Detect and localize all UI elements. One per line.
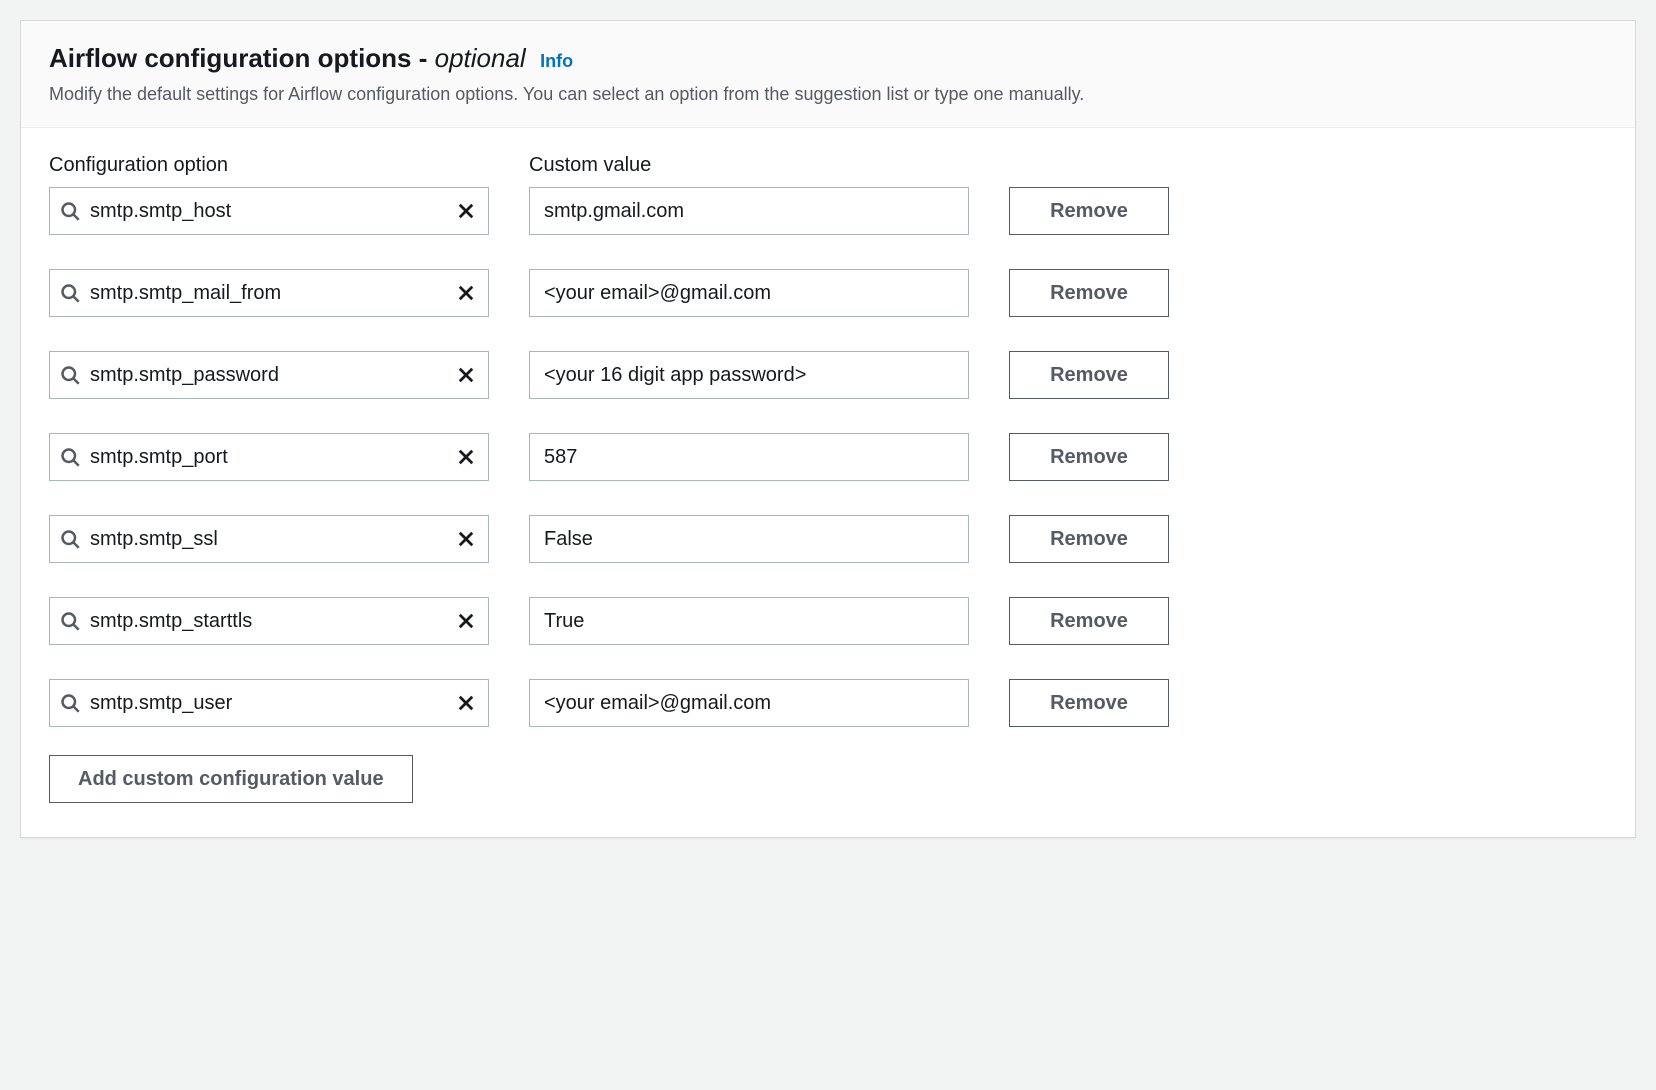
search-icon [50, 447, 90, 467]
value-input[interactable] [544, 282, 954, 305]
remove-button[interactable]: Remove [1009, 515, 1169, 563]
panel-description: Modify the default settings for Airflow … [49, 82, 1607, 107]
option-field[interactable] [49, 269, 489, 317]
value-field[interactable] [529, 597, 969, 645]
remove-button[interactable]: Remove [1009, 679, 1169, 727]
config-options-panel: Airflow configuration options - optional… [20, 20, 1636, 838]
panel-title-separator: - [412, 43, 435, 73]
config-row: Remove [49, 597, 1607, 645]
config-row: Remove [49, 351, 1607, 399]
panel-title-main: Airflow configuration options [49, 43, 412, 73]
clear-icon[interactable] [444, 434, 488, 480]
option-field[interactable] [49, 351, 489, 399]
clear-icon[interactable] [444, 270, 488, 316]
value-input[interactable] [544, 610, 954, 633]
config-row: Remove [49, 679, 1607, 727]
value-input[interactable] [544, 364, 954, 387]
option-input[interactable] [90, 680, 444, 726]
search-icon [50, 529, 90, 549]
remove-button[interactable]: Remove [1009, 351, 1169, 399]
column-header-option: Configuration option [49, 154, 489, 177]
clear-icon[interactable] [444, 680, 488, 726]
clear-icon[interactable] [444, 188, 488, 234]
remove-button[interactable]: Remove [1009, 269, 1169, 317]
panel-body: Configuration option Custom value Remove… [21, 128, 1635, 837]
value-input[interactable] [544, 200, 954, 223]
value-field[interactable] [529, 351, 969, 399]
option-field[interactable] [49, 515, 489, 563]
column-headers: Configuration option Custom value [49, 154, 1607, 177]
search-icon [50, 201, 90, 221]
value-field[interactable] [529, 269, 969, 317]
option-field[interactable] [49, 597, 489, 645]
option-input[interactable] [90, 516, 444, 562]
value-input[interactable] [544, 692, 954, 715]
clear-icon[interactable] [444, 516, 488, 562]
remove-button[interactable]: Remove [1009, 187, 1169, 235]
option-input[interactable] [90, 270, 444, 316]
config-row: Remove [49, 269, 1607, 317]
info-link[interactable]: Info [540, 51, 573, 71]
clear-icon[interactable] [444, 352, 488, 398]
value-field[interactable] [529, 187, 969, 235]
value-input[interactable] [544, 528, 954, 551]
value-input[interactable] [544, 446, 954, 469]
remove-button[interactable]: Remove [1009, 597, 1169, 645]
search-icon [50, 365, 90, 385]
config-row: Remove [49, 515, 1607, 563]
option-field[interactable] [49, 187, 489, 235]
add-config-button[interactable]: Add custom configuration value [49, 755, 413, 803]
option-field[interactable] [49, 679, 489, 727]
panel-title-suffix: optional [435, 43, 526, 73]
value-field[interactable] [529, 515, 969, 563]
config-row: Remove [49, 187, 1607, 235]
config-row: Remove [49, 433, 1607, 481]
panel-header: Airflow configuration options - optional… [21, 21, 1635, 128]
column-header-value: Custom value [529, 154, 969, 177]
option-field[interactable] [49, 433, 489, 481]
remove-button[interactable]: Remove [1009, 433, 1169, 481]
option-input[interactable] [90, 352, 444, 398]
option-input[interactable] [90, 188, 444, 234]
search-icon [50, 283, 90, 303]
value-field[interactable] [529, 433, 969, 481]
option-input[interactable] [90, 434, 444, 480]
search-icon [50, 693, 90, 713]
clear-icon[interactable] [444, 598, 488, 644]
value-field[interactable] [529, 679, 969, 727]
search-icon [50, 611, 90, 631]
option-input[interactable] [90, 598, 444, 644]
